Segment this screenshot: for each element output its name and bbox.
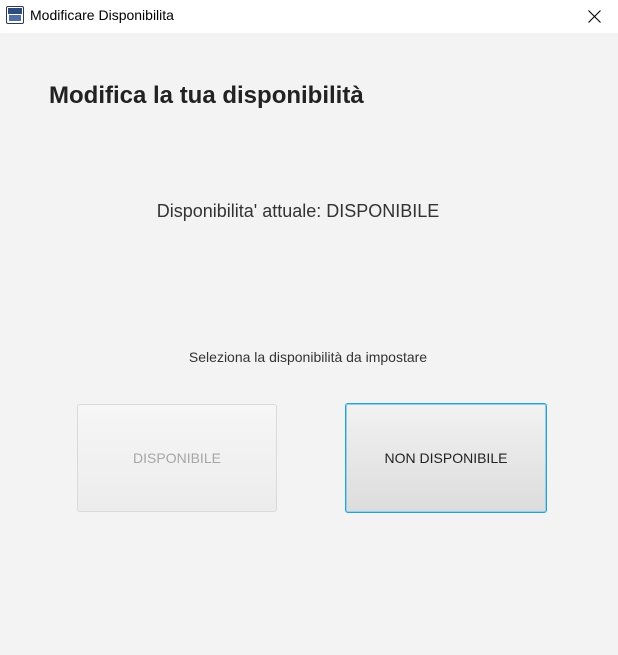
close-icon <box>588 10 601 23</box>
window-title: Modificare Disponibilita <box>30 7 174 23</box>
available-button[interactable]: DISPONIBILE <box>77 404 277 512</box>
instruction-label: Seleziona la disponibilità da impostare <box>188 349 428 365</box>
page-title: Modifica la tua disponibilità <box>49 82 364 109</box>
title-bar: Modificare Disponibilita <box>0 0 618 33</box>
close-button[interactable] <box>571 0 618 33</box>
app-logo-icon <box>6 6 24 24</box>
availability-dialog: Modificare Disponibilita Modifica la tua… <box>0 0 618 655</box>
current-availability-label: Disponibilita' attuale: DISPONIBILE <box>156 201 440 221</box>
unavailable-button[interactable]: NON DISPONIBILE <box>345 403 547 513</box>
